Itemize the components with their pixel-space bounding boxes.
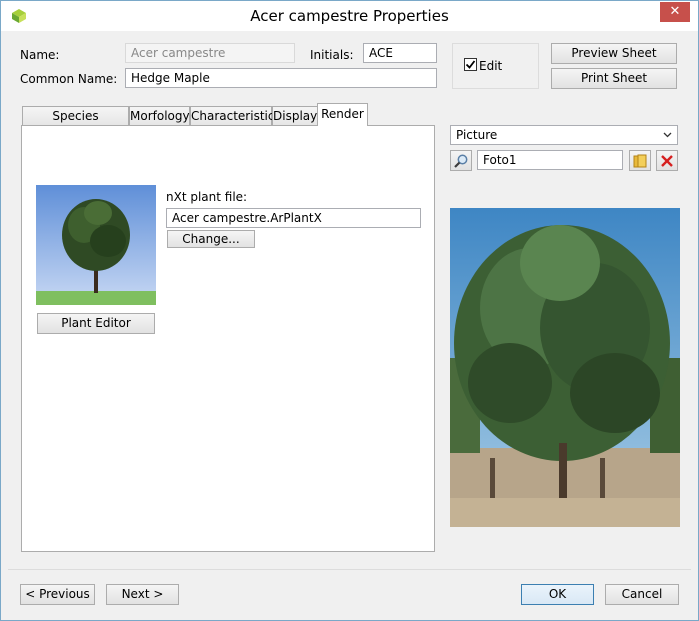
initials-label: Initials: [310,48,354,62]
properties-dialog: Acer campestre Properties ✕ Name: Acer c… [0,0,699,621]
tab-morfology[interactable]: Morfology [129,106,190,125]
search-picture-button[interactable] [450,150,472,171]
chevron-down-icon [663,132,672,138]
render-tab-panel: Plant Editor nXt plant file: Acer campes… [21,125,435,552]
change-file-button[interactable]: Change... [167,230,255,248]
common-name-field[interactable]: Hedge Maple [125,68,437,88]
edit-label: Edit [479,59,503,73]
edit-checkbox[interactable] [464,58,477,71]
name-field: Acer campestre [125,43,295,63]
nxt-plant-file-field[interactable]: Acer campestre.ArPlantX [166,208,421,228]
name-label: Name: [20,48,60,62]
close-button[interactable]: ✕ [660,2,690,22]
common-name-label: Common Name: [20,72,118,86]
title-bar: Acer campestre Properties ✕ [1,1,698,31]
plant-editor-button[interactable]: Plant Editor [37,313,155,334]
print-sheet-button[interactable]: Print Sheet [551,68,677,89]
tab-characteristics[interactable]: Characteristics [190,106,281,125]
folder-icon [633,154,647,168]
tab-display[interactable]: Display [272,106,318,125]
close-icon: ✕ [669,4,681,19]
preview-sheet-button[interactable]: Preview Sheet [551,43,677,64]
tab-species-information[interactable]: Species Information [22,106,129,141]
nxt-plant-file-label: nXt plant file: [166,190,248,204]
cancel-button[interactable]: Cancel [605,584,679,605]
tree-photo [450,208,680,527]
tab-render[interactable]: Render [317,103,368,126]
delete-x-icon [661,155,673,167]
dialog-body: Name: Acer campestre Initials: ACE Commo… [8,31,691,614]
window-title: Acer campestre Properties [250,7,449,25]
picture-type-select[interactable]: Picture [450,125,678,145]
ok-button[interactable]: OK [521,584,594,605]
delete-picture-button[interactable] [656,150,678,171]
checkmark-icon [465,60,476,69]
magnifier-icon [454,154,468,168]
footer-separator [8,569,691,570]
picture-name-field[interactable]: Foto1 [477,150,623,170]
picture-type-value: Picture [456,128,498,142]
browse-folder-button[interactable] [629,150,651,171]
initials-field[interactable]: ACE [363,43,437,63]
next-button[interactable]: Next > [106,584,179,605]
plant-preview-image [36,185,156,305]
previous-button[interactable]: < Previous [20,584,95,605]
